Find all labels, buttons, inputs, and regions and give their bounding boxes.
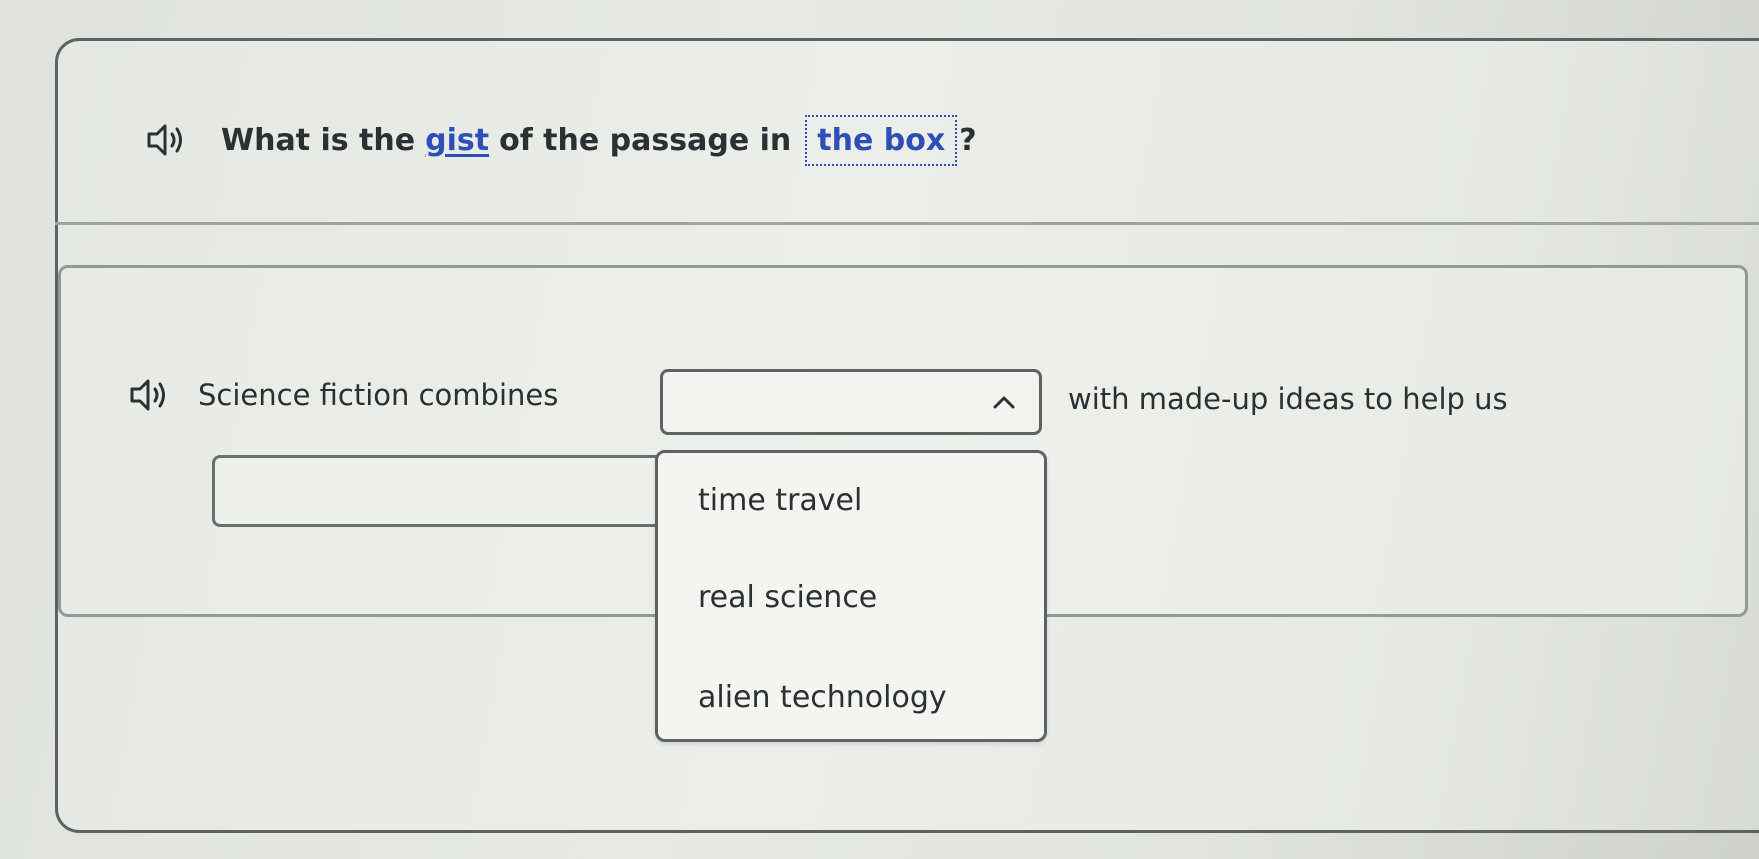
dropdown-options-menu: time travel real science alien technolog…	[655, 450, 1047, 742]
section-divider	[55, 222, 1759, 225]
speaker-icon[interactable]	[128, 375, 176, 415]
prompt-after: ?	[959, 122, 977, 158]
sentence-lead-text: Science fiction combines	[198, 378, 559, 412]
prompt-middle: of the passage in	[499, 122, 792, 158]
answer-dropdown-1[interactable]	[660, 369, 1042, 435]
sentence-row: Science fiction combines	[128, 365, 558, 425]
gist-link[interactable]: gist	[425, 123, 489, 158]
dropdown-option[interactable]: real science	[698, 580, 877, 615]
prompt-before: What is the	[221, 122, 416, 158]
question-text: What is the gist of the passage in the b…	[221, 114, 977, 166]
dropdown-option[interactable]: alien technology	[698, 680, 947, 715]
sentence-tail-text: with made-up ideas to help us	[1068, 382, 1508, 416]
answer-dropdown-2[interactable]	[212, 455, 682, 527]
chevron-up-icon	[993, 394, 1015, 409]
dropdown-option[interactable]: time travel	[698, 483, 862, 518]
speaker-icon[interactable]	[145, 120, 193, 160]
the-box-link[interactable]: the box	[805, 114, 958, 166]
question-prompt-row: What is the gist of the passage in the b…	[145, 110, 977, 170]
